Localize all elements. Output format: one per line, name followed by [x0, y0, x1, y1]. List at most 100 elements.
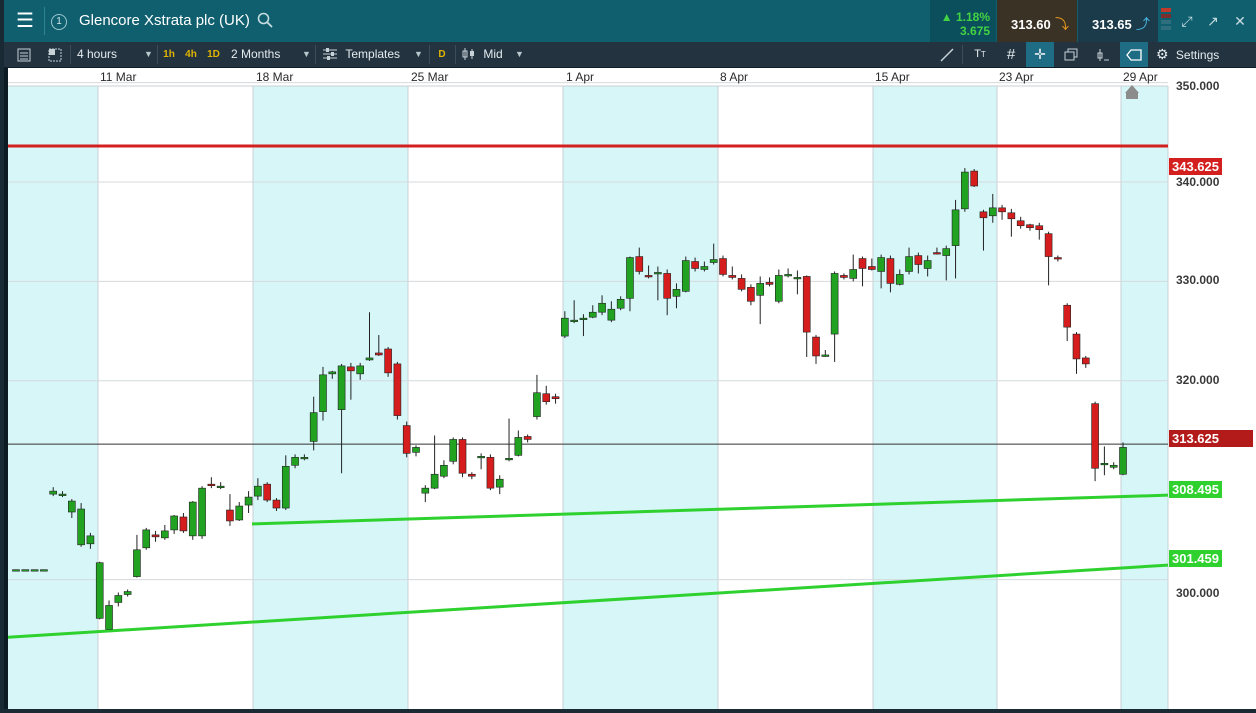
- search-icon[interactable]: [257, 12, 273, 28]
- candle-body: [123, 591, 132, 595]
- candle-body: [49, 490, 58, 495]
- candle-body: [998, 207, 1006, 213]
- candle-body: [468, 473, 476, 477]
- tag-icon[interactable]: [1120, 42, 1148, 67]
- candle-body: [951, 209, 960, 246]
- shaded-week-band: [8, 86, 98, 709]
- candle-body: [756, 283, 765, 296]
- expand-icon[interactable]: ⤢: [1179, 13, 1195, 29]
- candle-body: [226, 509, 234, 522]
- candle-body: [384, 348, 392, 374]
- candle: [226, 494, 234, 526]
- settings-button[interactable]: ⚙ Settings: [1156, 42, 1246, 67]
- candle: [681, 256, 690, 293]
- candle: [21, 569, 30, 572]
- candle: [207, 477, 216, 489]
- candle: [1091, 401, 1099, 482]
- timeframe-1h-button[interactable]: 1h: [161, 47, 177, 62]
- candle: [468, 472, 476, 480]
- gear-icon: ⚙: [1156, 46, 1169, 62]
- candle-body: [672, 289, 681, 297]
- indicator-icon[interactable]: [1092, 42, 1114, 67]
- arrow-up-icon: ⤴: [1136, 16, 1150, 32]
- candle-body: [1044, 233, 1053, 257]
- candle-body: [1035, 225, 1044, 231]
- candle: [1035, 222, 1044, 240]
- candle: [384, 347, 392, 377]
- chart-window: ☰ 1 Glencore Xstrata plc (UK) ▲ 1.18% 3.…: [0, 0, 1256, 713]
- candle-body: [1016, 220, 1025, 227]
- candle: [514, 430, 523, 457]
- candle-body: [281, 465, 290, 509]
- candle-body: [356, 365, 364, 375]
- toolbar-divider: [429, 45, 430, 64]
- candle-body: [291, 457, 299, 466]
- bell-marker-icon[interactable]: [1125, 85, 1139, 93]
- instrument-name[interactable]: Glencore Xstrata plc (UK): [79, 12, 250, 29]
- candle-body: [393, 363, 402, 416]
- date-label: 8 Apr: [720, 70, 749, 84]
- range-select[interactable]: 2 Months ▼: [231, 42, 313, 67]
- arrow-down-icon: ⤵: [1055, 16, 1069, 32]
- change-percent: ▲ 1.18%: [940, 10, 990, 24]
- grid-icon[interactable]: #: [1000, 42, 1022, 67]
- info-button[interactable]: 1: [44, 7, 73, 35]
- draw-line-icon[interactable]: [936, 42, 958, 67]
- candle: [133, 534, 141, 578]
- layers-icon[interactable]: [1060, 42, 1082, 67]
- list-icon[interactable]: [17, 42, 33, 67]
- candle: [170, 514, 178, 534]
- close-icon[interactable]: ✕: [1232, 13, 1248, 29]
- candle: [412, 445, 420, 457]
- candle: [802, 275, 811, 357]
- resistance-level-tag[interactable]: 343.625: [1169, 158, 1222, 175]
- candle: [402, 421, 411, 458]
- candle: [998, 204, 1006, 220]
- candle-body: [505, 458, 513, 461]
- change-absolute: 3.675: [959, 24, 990, 38]
- candle-body: [309, 412, 318, 442]
- timeframe-4h-button[interactable]: 4h: [183, 47, 199, 62]
- layout-icon[interactable]: [48, 42, 64, 67]
- candle: [235, 502, 244, 521]
- candle-body: [821, 354, 830, 357]
- candle-body: [440, 464, 448, 477]
- candle-body: [161, 530, 169, 539]
- templates-select[interactable]: Templates ▼: [323, 42, 433, 67]
- sell-button[interactable]: 313.60 ⤵: [997, 0, 1077, 42]
- toolbar-divider: [315, 45, 316, 64]
- buy-button[interactable]: 313.65 ⤴: [1078, 0, 1158, 42]
- candle-body: [1081, 357, 1090, 365]
- candle-body: [95, 562, 104, 619]
- up-triangle-icon: ▲: [940, 10, 953, 24]
- d-button[interactable]: D: [436, 47, 448, 62]
- crosshair-icon[interactable]: ✛: [1026, 42, 1054, 67]
- candle-body: [207, 483, 216, 486]
- depth-meter-icon[interactable]: [1161, 8, 1171, 34]
- candle: [393, 361, 402, 420]
- support-lower-tag[interactable]: 301.459: [1169, 550, 1222, 567]
- chart-canvas[interactable]: [8, 68, 1256, 709]
- support-upper-tag[interactable]: 308.495: [1169, 481, 1222, 498]
- popout-icon[interactable]: ↗: [1205, 13, 1221, 29]
- candle-body: [533, 392, 541, 417]
- candle: [840, 273, 848, 280]
- candle-body: [700, 266, 709, 270]
- hamburger-menu-icon[interactable]: ☰: [10, 6, 40, 36]
- text-tool-icon[interactable]: TT: [969, 42, 991, 67]
- shaded-week-band: [563, 86, 718, 709]
- candle: [188, 501, 197, 540]
- candle-body: [263, 483, 271, 501]
- candle-body: [21, 569, 30, 572]
- candle-body: [644, 275, 653, 278]
- price-chart[interactable]: 11 Mar 18 Mar 25 Mar 1 Apr 8 Apr 15 Apr …: [8, 68, 1256, 709]
- price-type-select[interactable]: Mid ▼: [462, 42, 532, 67]
- candle: [449, 437, 458, 465]
- candle-body: [988, 207, 997, 217]
- timeframe-1d-button[interactable]: 1D: [205, 47, 222, 62]
- candle-body: [914, 255, 923, 265]
- candle: [1007, 208, 1016, 237]
- candle-body: [840, 275, 848, 278]
- interval-select[interactable]: 4 hours ▼: [77, 42, 157, 67]
- candle: [421, 485, 430, 503]
